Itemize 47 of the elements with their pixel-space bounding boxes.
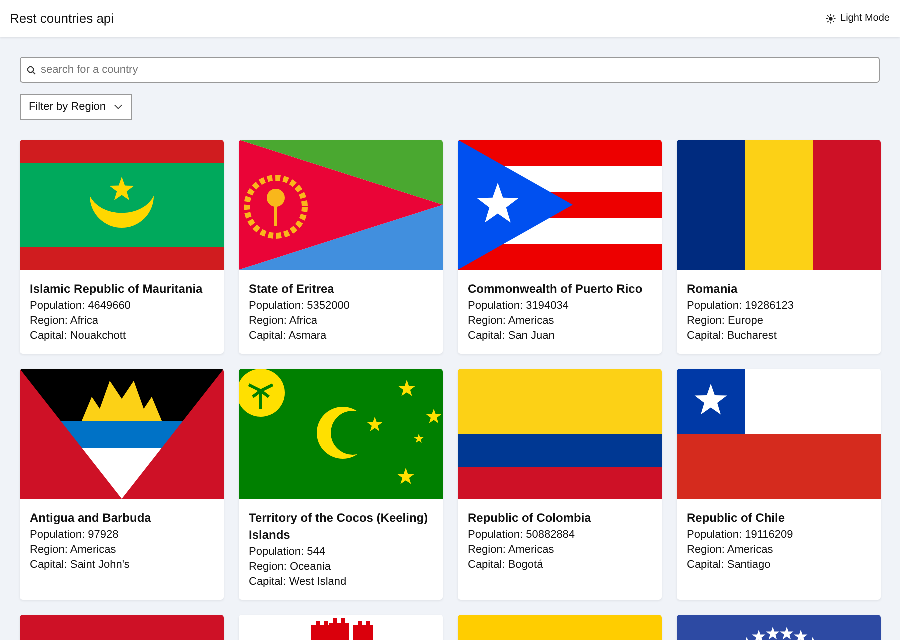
region-text: Region: Americas — [468, 543, 556, 558]
capital-text: Capital: Bogotá — [468, 558, 544, 573]
population-text: Population: 19116209 — [687, 528, 794, 543]
population-text: Population: 4649660 — [30, 299, 132, 314]
theme-toggle-button[interactable]: Light Mode — [826, 13, 890, 24]
population-text: Population: 50882884 — [468, 528, 576, 543]
region-text: Region: Americas — [30, 543, 118, 558]
sun-icon — [826, 14, 836, 24]
country-name: Antigua and Barbuda — [30, 510, 152, 527]
country-card[interactable]: Republic of Chile Population: 19116209 Region: Americas Capital: Santiago — [677, 369, 881, 600]
country-name: Territory of the Cocos (Keeling) Islands — [249, 510, 430, 544]
capital-text: Capital: Asmara — [249, 329, 328, 344]
capital-text: Capital: Saint John's — [30, 558, 131, 573]
search-field[interactable]: search for a country — [20, 57, 880, 83]
region-text: Region: Americas — [468, 314, 556, 329]
region-text: Region: Africa — [249, 314, 318, 329]
country-card[interactable]: Romania Population: 19286123 Region: Europe Capital: Bucharest — [677, 140, 881, 354]
population-text: Population: 5352000 — [249, 299, 351, 314]
region-text: Region: Africa — [30, 314, 100, 329]
population-text: Population: 544 — [249, 545, 326, 560]
country-name: Republic of Chile — [687, 510, 786, 527]
country-name: State of Eritrea — [249, 281, 336, 298]
chevron-down-icon — [114, 104, 124, 110]
country-card[interactable]: Antigua and Barbuda Population: 97928 Region: Americas Capital: Saint John's — [20, 369, 224, 600]
capital-text: Capital: West Island — [249, 575, 348, 590]
app-title: Rest countries api — [10, 11, 114, 26]
country-name: Republic of Colombia — [468, 510, 592, 527]
country-name: Commonwealth of Puerto Rico — [468, 281, 644, 298]
population-text: Population: 3194034 — [468, 299, 570, 314]
country-card[interactable]: Territory of the Cocos (Keeling) Islands Population: 544 Region: Oceania Capital: West Island — [239, 369, 443, 600]
country-card[interactable]: Republic of Colombia Population: 50882884 Region: Americas Capital: Bogotá — [458, 369, 662, 600]
region-text: Region: Europe — [687, 314, 764, 329]
capital-text: Capital: Nouakchott — [30, 329, 127, 344]
population-text: Population: 19286123 — [687, 299, 796, 314]
country-card[interactable]: Commonwealth of Puerto Rico Population: 3194034 Region: Americas Capital: San Juan — [458, 140, 662, 354]
capital-text: Capital: Santiago — [687, 558, 772, 573]
country-card[interactable]: State of Eritrea Population: 5352000 Region: Africa Capital: Asmara — [239, 140, 443, 354]
capital-text: Capital: San Juan — [468, 329, 556, 344]
population-text: Population: 97928 — [30, 528, 120, 543]
country-name: Islamic Republic of Mauritania — [30, 281, 204, 298]
search-icon — [27, 66, 36, 75]
region-text: Region: Oceania — [249, 560, 332, 575]
capital-text: Capital: Bucharest — [687, 329, 778, 344]
region-text: Region: Americas — [687, 543, 774, 558]
country-name: Romania — [687, 281, 739, 298]
country-card[interactable]: Islamic Republic of Mauritania Population: 4649660 Region: Africa Capital: Nouakchott — [20, 140, 224, 354]
region-filter-dropdown[interactable]: Filter by Region — [20, 94, 132, 120]
